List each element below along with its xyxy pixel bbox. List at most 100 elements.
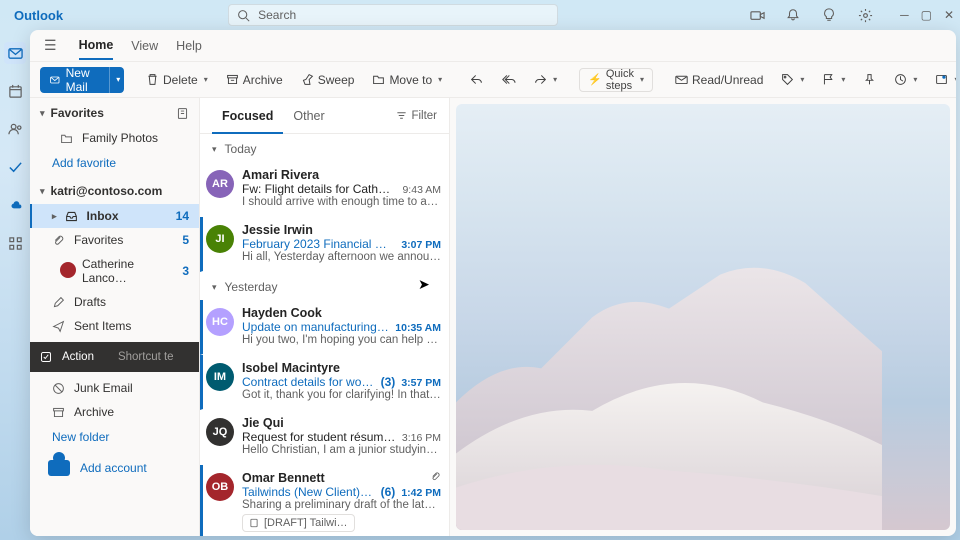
moveto-button[interactable]: Move to▾ [366, 67, 448, 93]
time: 3:16 PM [402, 432, 441, 444]
pin-button[interactable] [857, 67, 882, 93]
rules-button[interactable]: ▾ [929, 67, 956, 93]
archive-button[interactable]: Archive [220, 67, 289, 93]
hamburger-icon[interactable]: ☰ [44, 37, 57, 54]
sweep-label: Sweep [318, 73, 355, 87]
snooze-button[interactable]: ▾ [888, 67, 923, 93]
close-icon[interactable]: ✕ [944, 8, 954, 22]
folder-label: Favorites [74, 233, 123, 247]
account-header[interactable]: ▾ katri@contoso.com [30, 176, 199, 204]
titlebar-controls: ─ ▢ ✕ [746, 4, 954, 26]
action-label: Action [62, 351, 94, 363]
add-favorite-link[interactable]: Add favorite [30, 150, 199, 176]
archive-label: Archive [243, 73, 283, 87]
folder-label: Junk Email [74, 381, 133, 395]
shortcut-label: Shortcut te [118, 351, 174, 363]
new-folder-link[interactable]: New folder [30, 424, 199, 450]
preview: Hi you two, I'm hoping you can help me [242, 334, 441, 346]
tab-focused[interactable]: Focused [212, 98, 283, 134]
replyall-button[interactable] [495, 67, 522, 93]
subject: Fw: Flight details for Catherine's gr… [242, 182, 396, 196]
forward-button[interactable]: ▾ [528, 67, 563, 93]
tips-icon[interactable] [818, 4, 840, 26]
message-scroll[interactable]: ▾Today AR Amari Rivera Fw: Flight detail… [200, 134, 449, 536]
group-yesterday[interactable]: ▾Yesterday [200, 272, 449, 300]
message-item[interactable]: JQ Jie Qui Request for student résumé re… [200, 410, 449, 465]
avatar: OB [206, 473, 234, 501]
sender: Isobel Macintyre [242, 361, 340, 375]
add-account-link[interactable]: Add account [30, 450, 199, 482]
filter-button[interactable]: Filter [396, 110, 437, 122]
reply-button[interactable] [464, 67, 489, 93]
sender: Hayden Cook [242, 306, 322, 320]
minimize-icon[interactable]: ─ [900, 8, 909, 22]
sweep-button[interactable]: Sweep [295, 67, 361, 93]
message-item[interactable]: JI Jessie Irwin February 2023 Financial … [200, 217, 449, 272]
draft-label: [DRAFT] Tailwi… [264, 517, 348, 529]
maximize-icon[interactable]: ▢ [921, 8, 932, 22]
folder-catherine[interactable]: Catherine Lanco… 3 [30, 252, 199, 290]
ribbon: New Mail ▾ Delete▾ Archive Sweep Move to… [30, 62, 956, 98]
window-controls: ─ ▢ ✕ [900, 8, 954, 22]
quick-label: Quick steps [606, 68, 634, 92]
tab-help[interactable]: Help [176, 33, 202, 59]
draft-chip[interactable]: [DRAFT] Tailwi… [242, 514, 355, 532]
rail-calendar-icon[interactable] [4, 80, 26, 102]
group-label: Today [225, 142, 257, 156]
tag-button[interactable]: ▾ [775, 67, 810, 93]
background-image [456, 232, 882, 530]
action-tooltip: Action Shortcut te [30, 342, 199, 372]
folder-family-photos[interactable]: Family Photos [30, 126, 199, 150]
message-item[interactable]: AR Amari Rivera Fw: Flight details for C… [200, 162, 449, 217]
avatar: JQ [206, 418, 234, 446]
message-item[interactable]: IM Isobel Macintyre Contract details for… [200, 355, 449, 410]
folder-count: 3 [182, 264, 189, 278]
rail-todo-icon[interactable] [4, 156, 26, 178]
group-today[interactable]: ▾Today [200, 134, 449, 162]
attachment-icon [52, 234, 66, 247]
new-mail-button[interactable]: New Mail ▾ [40, 67, 124, 93]
message-item[interactable]: OB Omar Bennett Tailwinds (New Client) C… [200, 465, 449, 536]
delete-label: Delete [163, 73, 198, 87]
folder-inbox[interactable]: ▸ Inbox 14 [30, 204, 199, 228]
rail-mail-icon[interactable] [4, 42, 26, 64]
folder-sent[interactable]: Sent Items [30, 314, 199, 338]
tab-other[interactable]: Other [283, 98, 334, 134]
message-item[interactable]: HC Hayden Cook Update on manufacturing p… [200, 300, 449, 355]
time: 10:35 AM [395, 322, 441, 334]
archive-icon [52, 406, 66, 419]
delete-button[interactable]: Delete▾ [140, 67, 214, 93]
notes-icon[interactable] [176, 107, 189, 120]
rail-cloud-icon[interactable] [4, 194, 26, 216]
search-placeholder: Search [258, 8, 296, 22]
filter-label: Filter [411, 110, 437, 122]
notifications-icon[interactable] [782, 4, 804, 26]
tab-home[interactable]: Home [79, 32, 114, 60]
quicksteps-button[interactable]: ⚡Quick steps▾ [579, 68, 653, 92]
folder-favorites2[interactable]: Favorites 5 [30, 228, 199, 252]
folder-archive[interactable]: Archive [30, 400, 199, 424]
favorites-header[interactable]: ▾ Favorites [30, 98, 199, 126]
readunread-button[interactable]: Read/Unread [669, 67, 769, 93]
reading-pane [456, 104, 950, 530]
main-window: ☰ Home View Help New Mail ▾ Delete▾ Arch… [30, 30, 956, 536]
time: 1:42 PM [401, 487, 441, 499]
folder-label: Archive [74, 405, 114, 419]
time: 9:43 AM [402, 184, 441, 196]
rail-people-icon[interactable] [4, 118, 26, 140]
folder-junk[interactable]: Junk Email [30, 376, 199, 400]
new-mail-dropdown[interactable]: ▾ [109, 67, 124, 93]
rail-apps-icon[interactable] [4, 232, 26, 254]
thread-count: (3) [381, 375, 396, 389]
folder-drafts[interactable]: Drafts [30, 290, 199, 314]
meet-icon[interactable] [746, 4, 768, 26]
message-list: Focused Other Filter ▾Today AR Amari Riv… [200, 98, 450, 536]
settings-icon[interactable] [854, 4, 876, 26]
search-box[interactable]: Search [228, 4, 558, 26]
preview: Sharing a preliminary draft of the lates… [242, 499, 441, 511]
favorites-label: Favorites [51, 106, 104, 120]
action-icon [40, 351, 52, 363]
sender: Jessie Irwin [242, 223, 313, 237]
tab-view[interactable]: View [131, 33, 158, 59]
flag-button[interactable]: ▾ [816, 67, 851, 93]
